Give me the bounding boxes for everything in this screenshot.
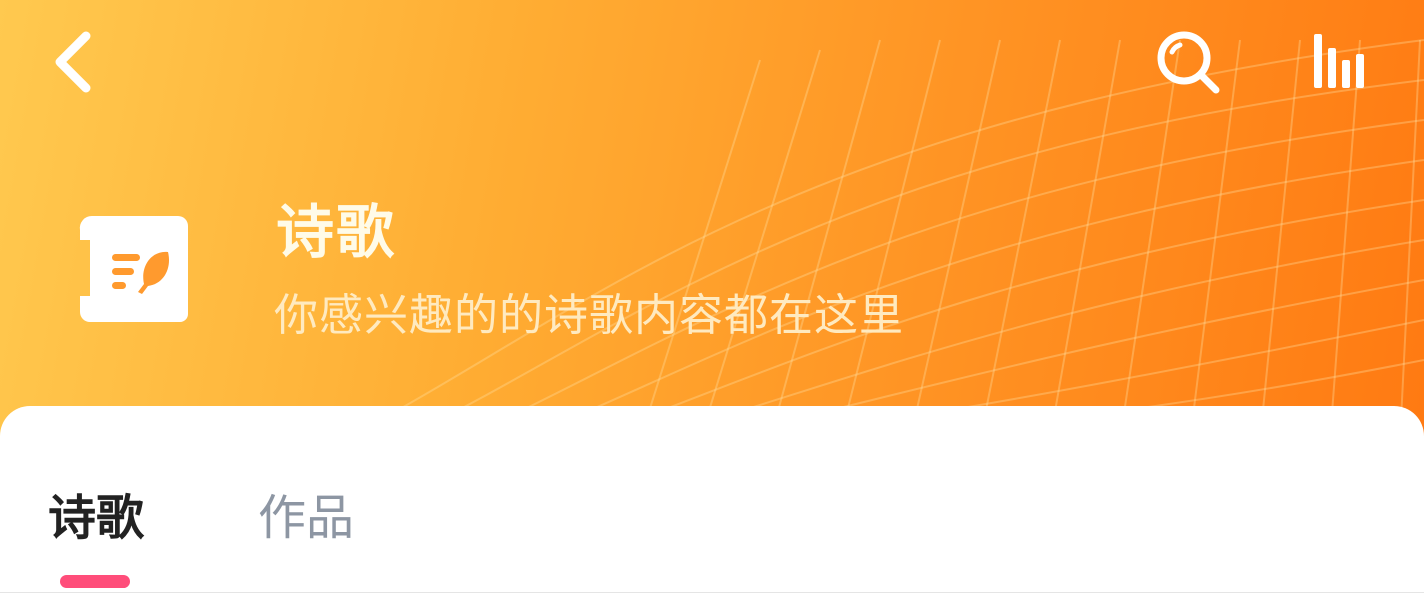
ranking-button[interactable] xyxy=(1306,30,1372,92)
content-sheet: 诗歌 作品 xyxy=(0,406,1424,595)
tab-divider xyxy=(0,592,1424,593)
topic-subtitle: 你感兴趣的的诗歌内容都在这里 xyxy=(274,290,904,341)
search-button[interactable] xyxy=(1150,28,1226,98)
back-button[interactable] xyxy=(46,26,106,96)
chevron-left-icon xyxy=(55,31,91,93)
tab-poetry[interactable]: 诗歌 xyxy=(48,486,144,550)
bar-chart-icon xyxy=(1314,34,1364,88)
active-tab-indicator xyxy=(60,575,130,588)
topic-title: 诗歌 xyxy=(276,198,397,266)
tab-works[interactable]: 作品 xyxy=(258,486,354,550)
poetry-scroll-icon xyxy=(74,210,192,326)
topic-header: 诗歌 你感兴趣的的诗歌内容都在这里 xyxy=(0,0,1424,440)
search-icon xyxy=(1157,31,1220,94)
